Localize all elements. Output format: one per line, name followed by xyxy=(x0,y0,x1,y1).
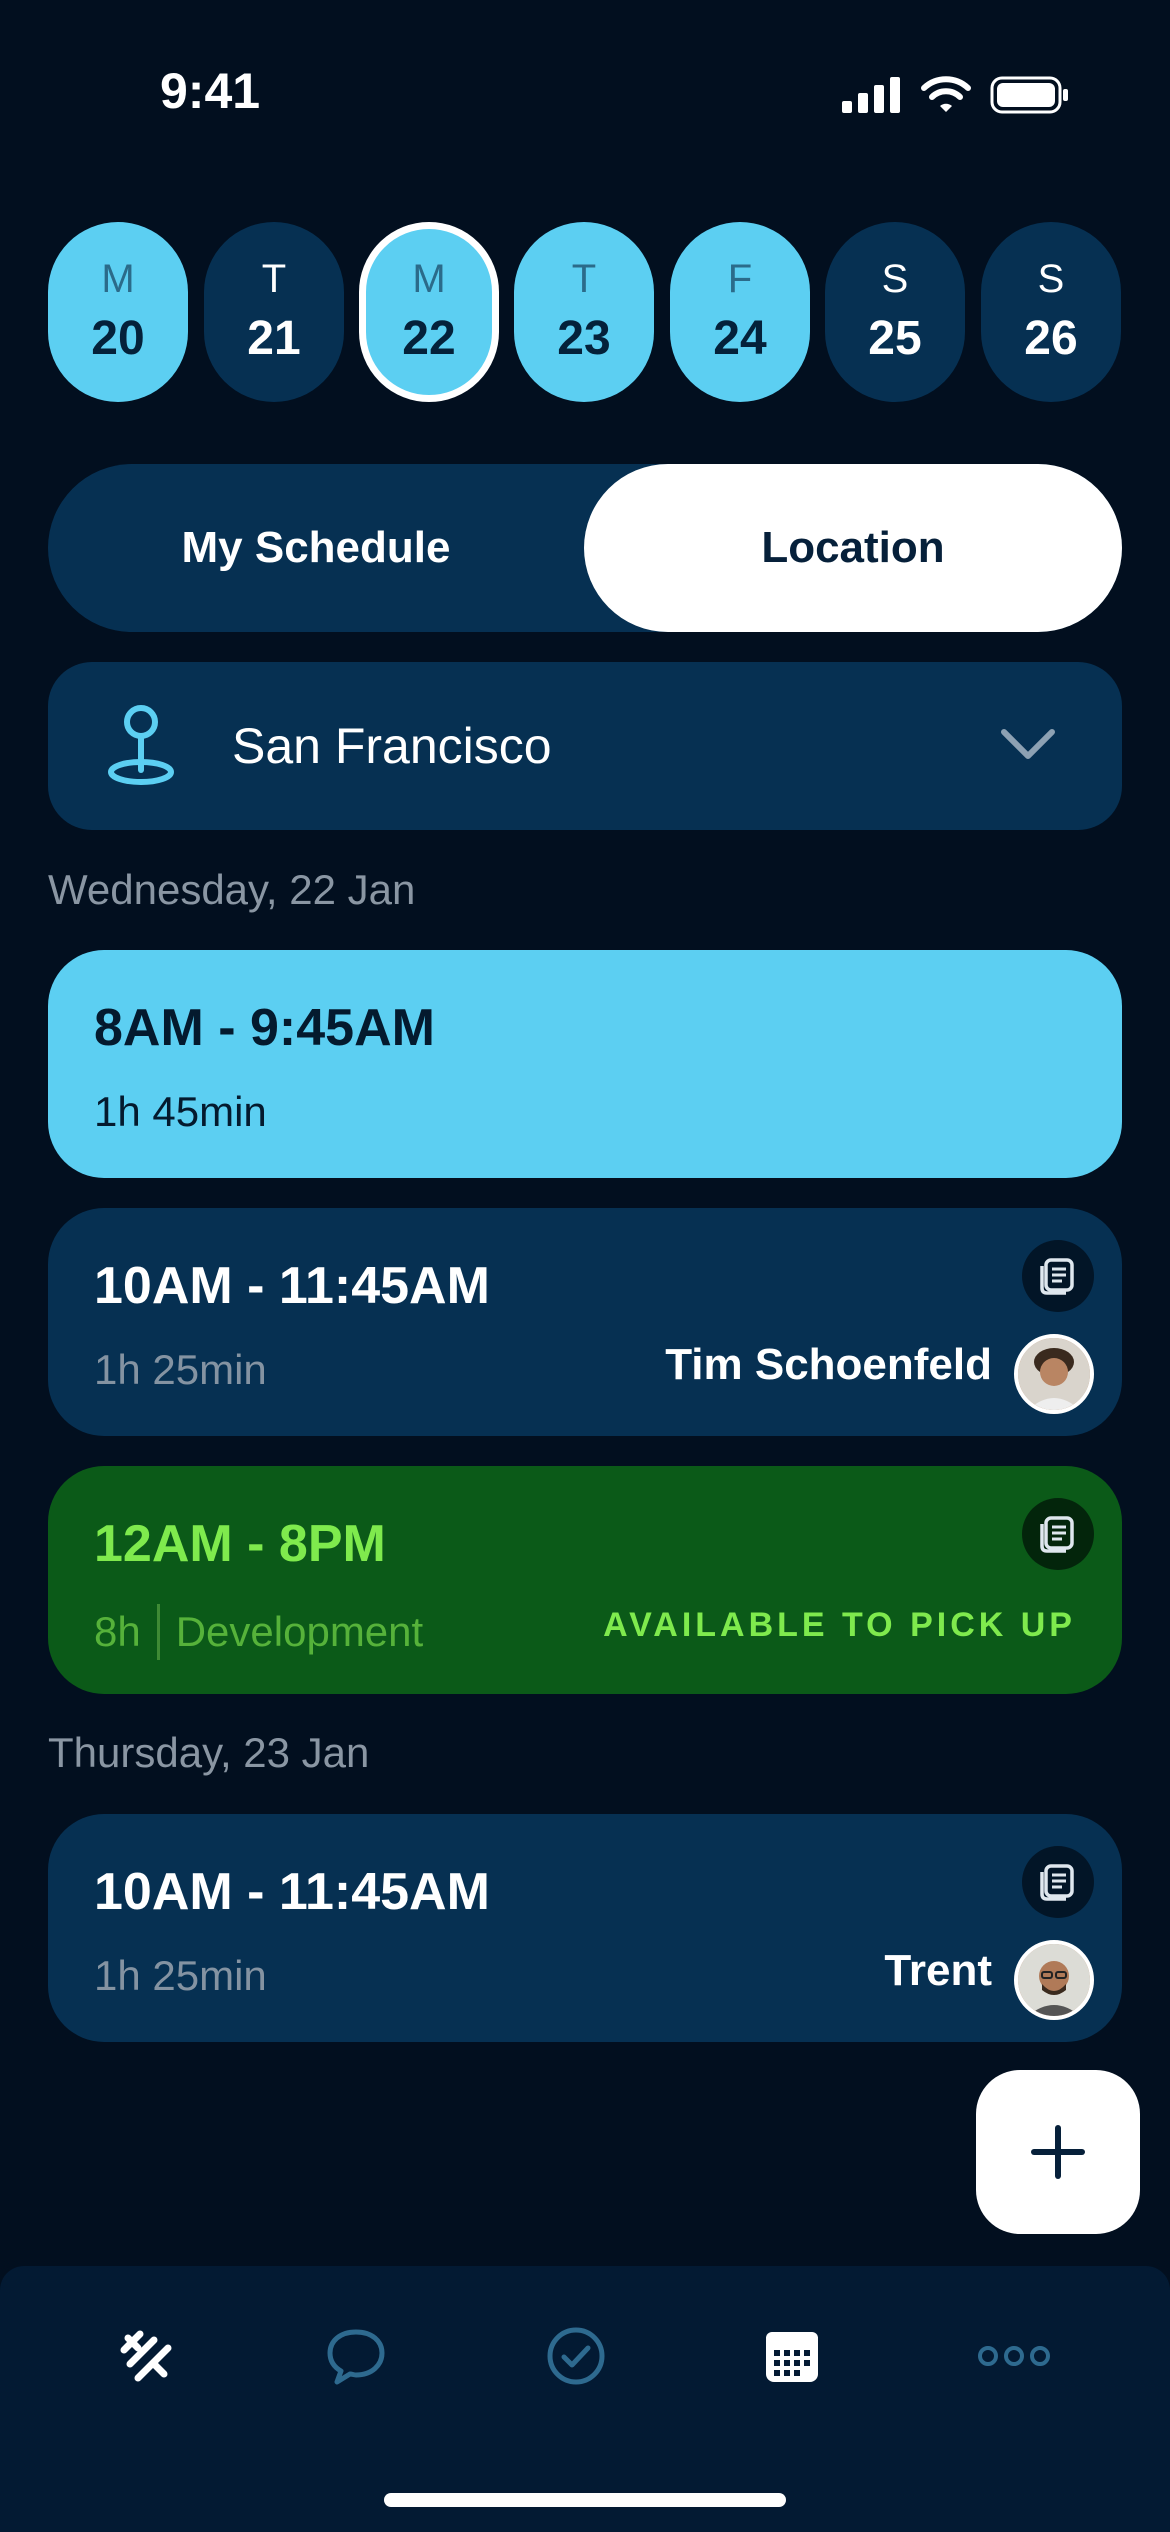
available-badge: AVAILABLE TO PICK UP xyxy=(603,1606,1076,1644)
shift-duration: 1h 45min xyxy=(94,1088,267,1135)
divider xyxy=(156,1604,160,1660)
more-icon xyxy=(978,2346,1050,2366)
day-pill[interactable]: F 24 xyxy=(670,222,810,402)
shift-card-available[interactable]: 12AM - 8PM 8h Development AVAILABLE TO P… xyxy=(48,1466,1122,1694)
home-icon xyxy=(120,2330,172,2382)
day-pill[interactable]: S 25 xyxy=(825,222,965,402)
day-pill[interactable]: M 20 xyxy=(48,222,188,402)
tab-location[interactable]: Location xyxy=(584,464,1122,632)
day-pill[interactable]: T 23 xyxy=(514,222,654,402)
wifi-icon xyxy=(921,76,971,112)
day-number: 20 xyxy=(91,312,145,365)
shift-notes-button[interactable] xyxy=(1022,1846,1094,1918)
notes-icon xyxy=(1040,1864,1074,1901)
shift-duration: 1h 25min xyxy=(94,1952,267,1999)
calendar-icon xyxy=(766,2332,818,2382)
shift-card[interactable]: 10AM - 11:45AM 1h 25min Trent xyxy=(48,1814,1122,2042)
shift-duration-row: 8h Development xyxy=(94,1604,423,1660)
add-shift-button[interactable] xyxy=(976,2070,1140,2234)
avatar xyxy=(1014,1334,1094,1414)
day-letter: F xyxy=(727,257,753,301)
plus-icon xyxy=(1031,2125,1085,2179)
tab-schedule[interactable] xyxy=(752,2316,832,2396)
chevron-down-icon xyxy=(1001,729,1055,759)
day-pill[interactable]: S 26 xyxy=(981,222,1121,402)
day-pill[interactable]: T 21 xyxy=(204,222,344,402)
avatar xyxy=(1014,1940,1094,2020)
home-indicator xyxy=(384,2493,786,2507)
chat-icon xyxy=(327,2329,385,2385)
day-number: 22 xyxy=(402,312,456,365)
shift-card[interactable]: 8AM - 9:45AM 1h 45min xyxy=(48,950,1122,1178)
day-letter: M xyxy=(101,257,135,301)
shift-duration: 1h 25min xyxy=(94,1346,267,1393)
shift-time: 12AM - 8PM xyxy=(94,1515,386,1573)
tab-tasks[interactable] xyxy=(536,2316,616,2396)
signal-icon xyxy=(842,77,900,113)
battery-icon xyxy=(990,76,1068,114)
shift-notes-button[interactable] xyxy=(1022,1498,1094,1570)
day-number: 25 xyxy=(868,312,922,365)
tab-more[interactable] xyxy=(974,2316,1054,2396)
day-letter: M xyxy=(412,257,446,301)
day-number: 21 xyxy=(247,312,301,365)
day-number: 26 xyxy=(1024,312,1078,365)
day-letter: T xyxy=(261,257,287,301)
check-icon xyxy=(547,2327,605,2385)
tab-home[interactable] xyxy=(106,2316,186,2396)
day-letter: S xyxy=(1037,257,1065,301)
shift-notes-button[interactable] xyxy=(1022,1240,1094,1312)
location-dropdown[interactable]: San Francisco xyxy=(48,662,1122,830)
shift-department: Development xyxy=(175,1608,424,1655)
tab-my-schedule[interactable]: My Schedule xyxy=(48,464,584,632)
day-pill-selected[interactable]: M 22 xyxy=(359,222,499,402)
day-number: 24 xyxy=(713,312,767,365)
assignee-name: Tim Schoenfeld xyxy=(665,1340,992,1389)
shift-duration: 8h xyxy=(94,1608,141,1655)
date-header: Thursday, 23 Jan xyxy=(48,1729,370,1776)
tab-messages[interactable] xyxy=(316,2316,396,2396)
status-time: 9:41 xyxy=(160,63,261,119)
assignee-name: Trent xyxy=(884,1946,992,1995)
shift-card[interactable]: 10AM - 11:45AM 1h 25min Tim Schoenfeld xyxy=(48,1208,1122,1436)
date-header: Wednesday, 22 Jan xyxy=(48,866,416,913)
shift-time: 8AM - 9:45AM xyxy=(94,999,435,1057)
notes-icon xyxy=(1040,1516,1074,1553)
day-letter: T xyxy=(571,257,597,301)
status-icons xyxy=(842,72,1070,118)
schedule-segmented-control: My Schedule Location xyxy=(48,464,1122,632)
shift-time: 10AM - 11:45AM xyxy=(94,1257,490,1315)
day-number: 23 xyxy=(557,312,611,365)
notes-icon xyxy=(1040,1258,1074,1295)
shift-time: 10AM - 11:45AM xyxy=(94,1863,490,1921)
location-value: San Francisco xyxy=(232,718,552,774)
location-pin-icon xyxy=(108,705,174,785)
day-letter: S xyxy=(881,257,909,301)
